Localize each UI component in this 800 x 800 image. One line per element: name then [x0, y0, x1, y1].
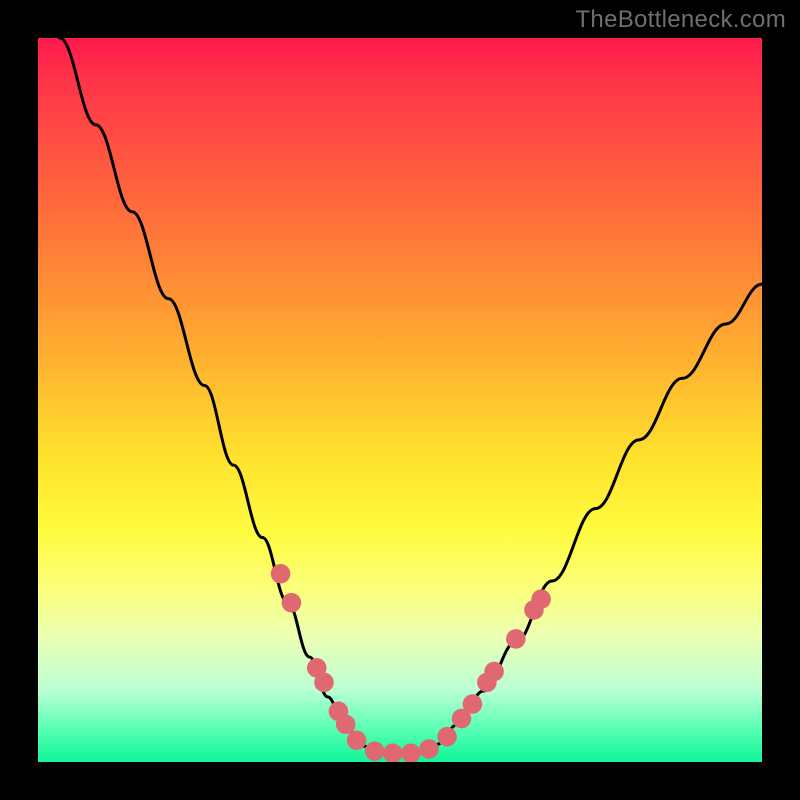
curve-marker: [383, 744, 403, 762]
curve-marker: [336, 715, 356, 735]
curve-marker: [484, 662, 504, 682]
chart-frame: TheBottleneck.com: [0, 0, 800, 800]
curve-marker: [347, 731, 367, 751]
curve-marker: [365, 741, 385, 761]
chart-svg: [38, 38, 762, 762]
curve-marker: [314, 673, 334, 693]
curve-marker: [437, 727, 457, 747]
plot-area: [38, 38, 762, 762]
curve-marker: [282, 593, 302, 613]
curve-marker: [531, 589, 551, 609]
curve-marker: [271, 564, 291, 584]
watermark-text: TheBottleneck.com: [575, 6, 786, 34]
curve-marker: [401, 744, 421, 762]
bottleneck-curve: [60, 38, 762, 753]
curve-marker: [419, 739, 439, 759]
curve-marker: [463, 694, 483, 714]
curve-marker: [506, 629, 526, 649]
